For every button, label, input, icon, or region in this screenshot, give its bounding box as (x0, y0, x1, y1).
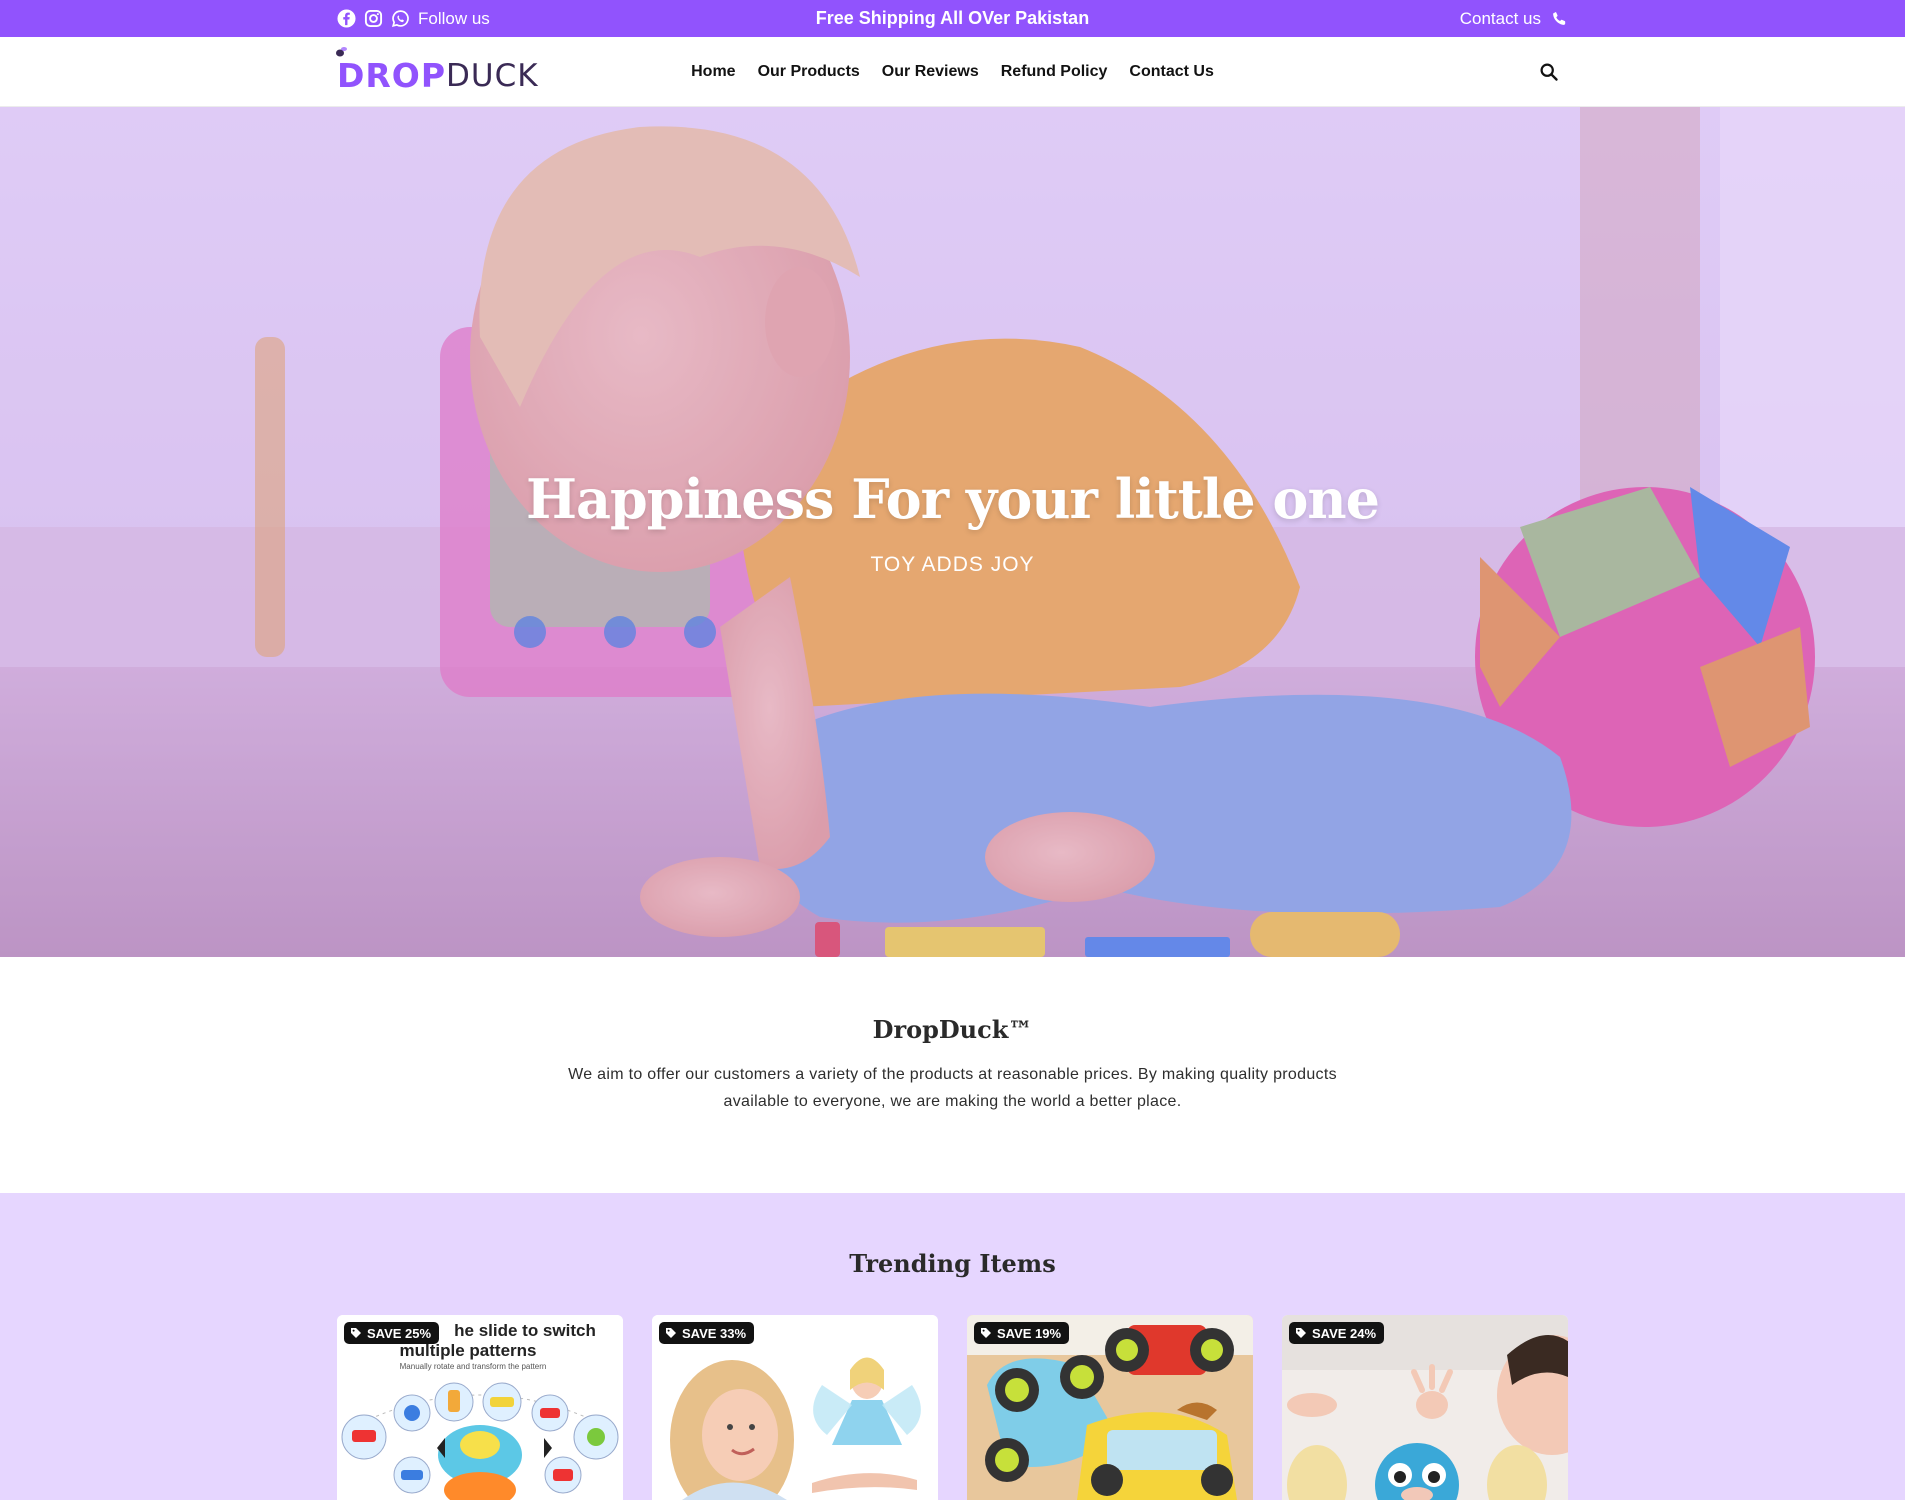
product-card[interactable]: SAVE 19% (967, 1315, 1253, 1500)
product-card[interactable]: he slide to switch multiple patterns Man… (337, 1315, 623, 1500)
search-icon[interactable] (1539, 62, 1559, 82)
logo-duck-text: DUCK (446, 58, 539, 94)
contact-us-link[interactable]: Contact us (1460, 0, 1568, 37)
bee-icon (336, 47, 347, 57)
dropduck-logo[interactable]: DROP DUCK (336, 47, 539, 95)
follow-us-label: Follow us (418, 8, 490, 28)
nav-our-products[interactable]: Our Products (758, 63, 860, 81)
site-header: DROP DUCK Home Our Products Our Reviews … (0, 37, 1905, 107)
discount-badge: SAVE 33% (659, 1322, 755, 1344)
product-card[interactable]: SAVE 33% (652, 1315, 938, 1500)
discount-badge-label: SAVE 19% (997, 1325, 1062, 1341)
tag-icon (1296, 1328, 1306, 1338)
nav-home[interactable]: Home (691, 63, 735, 81)
trending-title: Trending Items (849, 1249, 1056, 1278)
tag-icon (981, 1328, 991, 1338)
nav-contact-us[interactable]: Contact Us (1129, 63, 1213, 81)
about-title: DropDuck™ (872, 1015, 1033, 1044)
hero-text: Happiness For your little one TOY ADDS J… (0, 467, 1905, 577)
nav-our-reviews[interactable]: Our Reviews (882, 63, 979, 81)
discount-badge: SAVE 19% (974, 1322, 1070, 1344)
tag-icon (666, 1328, 676, 1338)
tag-icon (351, 1328, 361, 1338)
hero-title: Happiness For your little one (525, 467, 1380, 531)
about-text: We aim to offer our customers a variety … (568, 1066, 1337, 1110)
main-nav: Home Our Products Our Reviews Refund Pol… (0, 37, 1905, 107)
discount-badge: SAVE 24% (1289, 1322, 1385, 1344)
hero-banner: Happiness For your little one TOY ADDS J… (0, 107, 1905, 957)
whatsapp-icon[interactable] (391, 9, 410, 28)
product-card[interactable]: SAVE 24% (1282, 1315, 1568, 1500)
instagram-icon[interactable] (364, 9, 383, 28)
discount-badge-label: SAVE 33% (682, 1325, 747, 1341)
product-image-caption-1: he slide to switch (454, 1321, 596, 1340)
discount-badge-label: SAVE 24% (1312, 1325, 1377, 1341)
contact-us-label: Contact us (1459, 8, 1541, 28)
social-links: Follow us (337, 0, 490, 37)
discount-badge: SAVE 25% (344, 1322, 440, 1344)
product-image-caption-3: Manually rotate and transform the patter… (400, 1362, 547, 1371)
facebook-icon[interactable] (337, 9, 356, 28)
shipping-announcement: Free Shipping All OVer Pakistan (815, 8, 1090, 28)
announcement-bar: Follow us Free Shipping All OVer Pakista… (0, 0, 1905, 37)
trending-section: Trending Items he slide to switch multip… (0, 1193, 1905, 1500)
hero-subtitle: TOY ADDS JOY (870, 553, 1035, 576)
nav-refund-policy[interactable]: Refund Policy (1001, 63, 1108, 81)
discount-badge-label: SAVE 25% (367, 1325, 432, 1341)
phone-icon (1553, 12, 1566, 25)
about-section: DropDuck™ We aim to offer our customers … (0, 957, 1905, 1193)
logo-drop-text: DROP (337, 56, 447, 95)
